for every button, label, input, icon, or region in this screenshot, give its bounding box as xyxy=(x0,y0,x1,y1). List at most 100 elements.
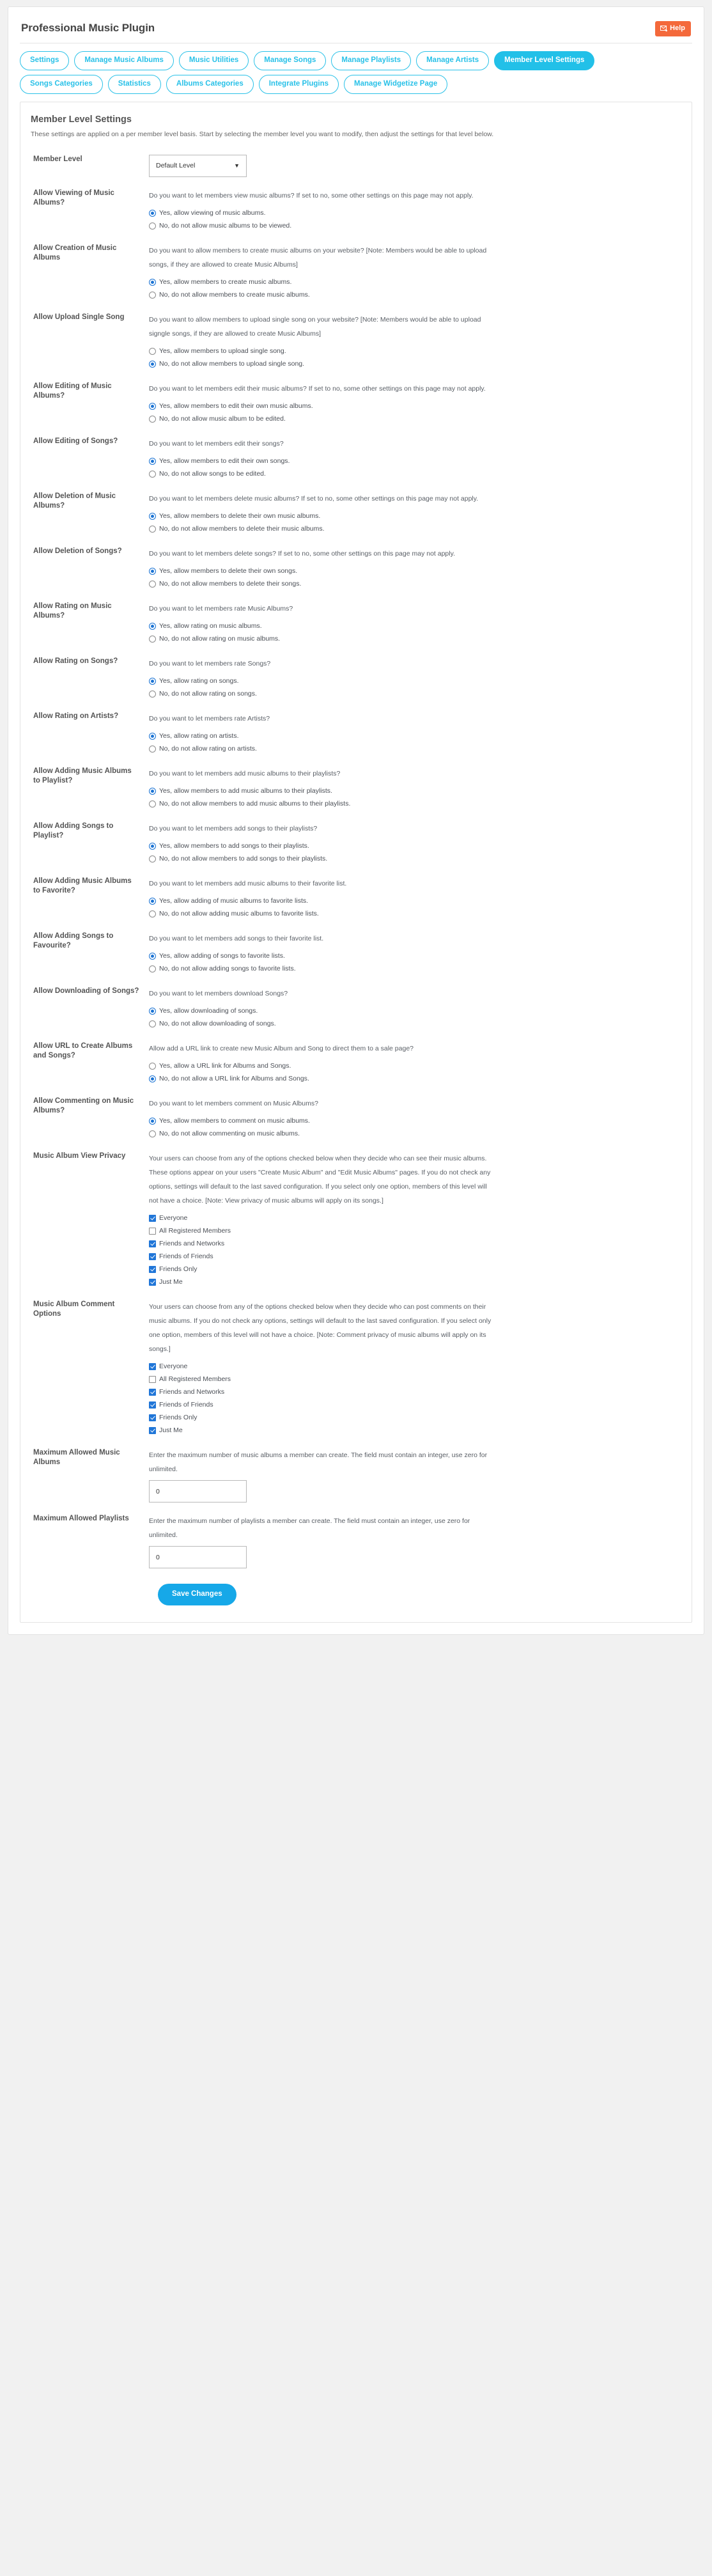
checkbox-option[interactable]: Friends of Friends xyxy=(149,1250,681,1263)
tab-songs-categories[interactable]: Songs Categories xyxy=(20,75,103,94)
radio-option[interactable]: No, do not allow rating on songs. xyxy=(149,687,681,700)
checkbox-indicator[interactable] xyxy=(149,1388,156,1396)
radio-option[interactable]: No, do not allow members to add songs to… xyxy=(149,852,681,865)
radio-indicator[interactable] xyxy=(149,842,156,850)
tab-manage-music-albums[interactable]: Manage Music Albums xyxy=(74,51,174,70)
radio-indicator[interactable] xyxy=(149,278,156,286)
radio-indicator[interactable] xyxy=(149,910,156,917)
help-button[interactable]: Help xyxy=(655,21,691,36)
tab-manage-artists[interactable]: Manage Artists xyxy=(416,51,490,70)
radio-option[interactable]: No, do not allow members to delete their… xyxy=(149,577,681,590)
radio-option[interactable]: No, do not allow members to add music al… xyxy=(149,797,681,810)
radio-option[interactable]: No, do not allow adding songs to favorit… xyxy=(149,962,681,975)
checkbox-indicator[interactable] xyxy=(149,1278,156,1286)
checkbox-indicator[interactable] xyxy=(149,1253,156,1260)
number-input[interactable] xyxy=(149,1480,247,1503)
radio-indicator[interactable] xyxy=(149,897,156,905)
checkbox-indicator[interactable] xyxy=(149,1375,156,1383)
radio-option[interactable]: Yes, allow members to add songs to their… xyxy=(149,839,681,852)
radio-indicator[interactable] xyxy=(149,635,156,643)
radio-option[interactable]: No, do not allow members to upload singl… xyxy=(149,357,681,370)
radio-indicator[interactable] xyxy=(149,855,156,863)
radio-indicator[interactable] xyxy=(149,415,156,423)
checkbox-indicator[interactable] xyxy=(149,1265,156,1273)
tab-settings[interactable]: Settings xyxy=(20,51,70,70)
radio-option[interactable]: Yes, allow members to delete their own s… xyxy=(149,565,681,577)
checkbox-option[interactable]: Everyone xyxy=(149,1360,681,1373)
radio-option[interactable]: Yes, allow adding of songs to favorite l… xyxy=(149,949,681,962)
radio-indicator[interactable] xyxy=(149,209,156,217)
checkbox-indicator[interactable] xyxy=(149,1214,156,1222)
radio-indicator[interactable] xyxy=(149,1020,156,1027)
radio-indicator[interactable] xyxy=(149,1007,156,1015)
radio-indicator[interactable] xyxy=(149,622,156,630)
checkbox-indicator[interactable] xyxy=(149,1227,156,1235)
radio-indicator[interactable] xyxy=(149,1062,156,1070)
radio-option[interactable]: Yes, allow rating on artists. xyxy=(149,730,681,742)
radio-indicator[interactable] xyxy=(149,525,156,533)
radio-indicator[interactable] xyxy=(149,580,156,588)
checkbox-indicator[interactable] xyxy=(149,1426,156,1434)
checkbox-option[interactable]: Just Me xyxy=(149,1424,681,1437)
radio-indicator[interactable] xyxy=(149,402,156,410)
radio-option[interactable]: Yes, allow rating on songs. xyxy=(149,675,681,687)
checkbox-option[interactable]: Friends and Networks xyxy=(149,1237,681,1250)
checkbox-option[interactable]: Friends of Friends xyxy=(149,1398,681,1411)
checkbox-indicator[interactable] xyxy=(149,1240,156,1247)
radio-option[interactable]: Yes, allow downloading of songs. xyxy=(149,1004,681,1017)
radio-option[interactable]: Yes, allow members to create music album… xyxy=(149,276,681,288)
checkbox-option[interactable]: Friends Only xyxy=(149,1263,681,1276)
radio-option[interactable]: No, do not allow music albums to be view… xyxy=(149,219,681,232)
tab-statistics[interactable]: Statistics xyxy=(107,75,161,94)
radio-option[interactable]: No, do not allow rating on music albums. xyxy=(149,632,681,645)
radio-option[interactable]: Yes, allow members to comment on music a… xyxy=(149,1114,681,1127)
tab-manage-playlists[interactable]: Manage Playlists xyxy=(331,51,412,70)
radio-option[interactable]: No, do not allow songs to be edited. xyxy=(149,467,681,480)
radio-indicator[interactable] xyxy=(149,1130,156,1137)
tab-member-level-settings[interactable]: Member Level Settings xyxy=(494,51,595,70)
radio-indicator[interactable] xyxy=(149,1075,156,1082)
radio-indicator[interactable] xyxy=(149,745,156,753)
number-input[interactable] xyxy=(149,1546,247,1568)
radio-indicator[interactable] xyxy=(149,347,156,355)
radio-option[interactable]: Yes, allow a URL link for Albums and Son… xyxy=(149,1059,681,1072)
radio-option[interactable]: No, do not allow members to delete their… xyxy=(149,522,681,535)
member-level-select[interactable]: Default Level ▼ xyxy=(149,155,247,177)
radio-option[interactable]: No, do not allow members to create music… xyxy=(149,288,681,301)
radio-indicator[interactable] xyxy=(149,1117,156,1125)
radio-indicator[interactable] xyxy=(149,690,156,698)
checkbox-option[interactable]: All Registered Members xyxy=(149,1224,681,1237)
radio-option[interactable]: Yes, allow viewing of music albums. xyxy=(149,207,681,219)
tab-albums-categories[interactable]: Albums Categories xyxy=(166,75,254,94)
checkbox-option[interactable]: Friends and Networks xyxy=(149,1386,681,1398)
radio-indicator[interactable] xyxy=(149,360,156,368)
radio-indicator[interactable] xyxy=(149,800,156,808)
radio-option[interactable]: Yes, allow rating on music albums. xyxy=(149,620,681,632)
radio-indicator[interactable] xyxy=(149,291,156,299)
checkbox-option[interactable]: Just Me xyxy=(149,1276,681,1288)
checkbox-indicator[interactable] xyxy=(149,1414,156,1421)
radio-option[interactable]: No, do not allow music album to be edite… xyxy=(149,412,681,425)
radio-indicator[interactable] xyxy=(149,787,156,795)
tab-manage-songs[interactable]: Manage Songs xyxy=(254,51,327,70)
checkbox-option[interactable]: Everyone xyxy=(149,1212,681,1224)
radio-option[interactable]: Yes, allow adding of music albums to fav… xyxy=(149,894,681,907)
radio-option[interactable]: Yes, allow members to edit their own son… xyxy=(149,455,681,467)
tab-integrate-plugins[interactable]: Integrate Plugins xyxy=(258,75,339,94)
checkbox-indicator[interactable] xyxy=(149,1362,156,1370)
radio-option[interactable]: No, do not allow rating on artists. xyxy=(149,742,681,755)
tab-music-utilities[interactable]: Music Utilities xyxy=(178,51,249,70)
radio-indicator[interactable] xyxy=(149,512,156,520)
radio-option[interactable]: Yes, allow members to upload single song… xyxy=(149,345,681,357)
radio-indicator[interactable] xyxy=(149,965,156,972)
radio-indicator[interactable] xyxy=(149,677,156,685)
radio-indicator[interactable] xyxy=(149,457,156,465)
checkbox-indicator[interactable] xyxy=(149,1401,156,1409)
radio-indicator[interactable] xyxy=(149,567,156,575)
radio-indicator[interactable] xyxy=(149,732,156,740)
tab-manage-widgetize-page[interactable]: Manage Widgetize Page xyxy=(344,75,448,94)
radio-option[interactable]: No, do not allow a URL link for Albums a… xyxy=(149,1072,681,1085)
radio-option[interactable]: No, do not allow commenting on music alb… xyxy=(149,1127,681,1140)
checkbox-option[interactable]: Friends Only xyxy=(149,1411,681,1424)
radio-indicator[interactable] xyxy=(149,952,156,960)
